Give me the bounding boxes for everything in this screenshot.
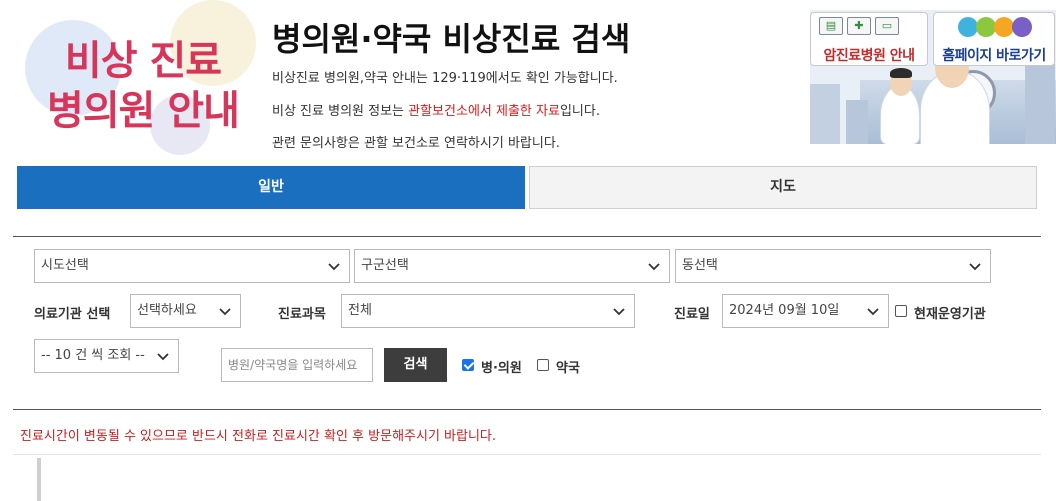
logo-line-2: 병의원 안내 bbox=[47, 88, 240, 134]
info-line-contact: 비상진료 병의원,약국 안내는 129·119에서도 확인 가능합니다. bbox=[272, 71, 618, 86]
chevron-down-icon bbox=[969, 263, 981, 271]
name-search-input[interactable]: 병원/약국명을 입력하세요 bbox=[221, 348, 373, 382]
department-value: 전체 bbox=[348, 303, 372, 318]
info-source-text: 비상 진료 병의원 정보는 bbox=[272, 104, 409, 119]
banner: ▤ ✚ ▭ 암진료병원 안내 홈페이지 바로가기 bbox=[810, 10, 1056, 144]
building-image bbox=[1025, 64, 1055, 144]
info-line-inquiry: 관련 문의사항은 관할 보건소로 연락하시기 바랍니다. bbox=[272, 136, 560, 151]
sido-select[interactable]: 시도선택 bbox=[34, 249, 350, 283]
logo: 비상 진료 병의원 안내 bbox=[0, 0, 262, 158]
dong-select[interactable]: 동선택 bbox=[675, 249, 991, 283]
cancer-hospital-label: 암진료병원 안내 bbox=[823, 48, 915, 64]
divider bbox=[13, 454, 1041, 455]
notice-text: 진료시간이 변동될 수 있으므로 반드시 전화로 진료시간 확인 후 방문해주시… bbox=[20, 429, 497, 444]
chevron-down-icon bbox=[867, 308, 879, 316]
ambulance-icon: ▭ bbox=[875, 17, 899, 35]
chevron-down-icon bbox=[328, 263, 340, 271]
date-value: 2024년 09월 10일 bbox=[729, 303, 840, 318]
institution-type-select[interactable]: 선택하세요 bbox=[130, 294, 241, 328]
hospital-checkbox[interactable] bbox=[462, 359, 474, 371]
pharmacy-checkbox[interactable] bbox=[537, 359, 549, 371]
currently-open-checkbox[interactable] bbox=[895, 305, 907, 317]
currently-open-label: 현재운영기관 bbox=[914, 307, 986, 322]
search-panel: 시도선택 구군선택 동선택 의료기관 선택 선택하세요 진료과목 전체 진료일 … bbox=[13, 236, 1041, 410]
department-label: 진료과목 bbox=[278, 307, 326, 322]
pharmacy-icon: ✚ bbox=[847, 17, 871, 35]
doctor-hair bbox=[890, 68, 912, 78]
homepage-button[interactable]: 홈페이지 바로가기 bbox=[933, 12, 1055, 66]
sido-select-value: 시도선택 bbox=[41, 258, 89, 273]
logo-text: 비상 진료 병의원 안내 bbox=[38, 36, 248, 136]
logo-line-1: 비상 진료 bbox=[64, 38, 222, 84]
cancer-hospital-button[interactable]: ▤ ✚ ▭ 암진료병원 안내 bbox=[810, 12, 928, 66]
pharmacy-check-label: 약국 bbox=[556, 361, 580, 376]
chevron-down-icon bbox=[613, 308, 625, 316]
dong-select-value: 동선택 bbox=[682, 258, 718, 273]
chevron-down-icon bbox=[648, 263, 660, 271]
gugun-select-value: 구군선택 bbox=[361, 258, 409, 273]
chevron-down-icon bbox=[219, 308, 231, 316]
result-list-border bbox=[37, 458, 41, 501]
header: 비상 진료 병의원 안내 병의원·약국 비상진료 검색 비상진료 병의원,약국 … bbox=[0, 0, 1056, 160]
egen-logo-icon bbox=[948, 17, 1040, 41]
search-button[interactable]: 검색 bbox=[384, 348, 447, 382]
gugun-select[interactable]: 구군선택 bbox=[354, 249, 670, 283]
hospital-icons: ▤ ✚ ▭ bbox=[819, 17, 899, 37]
page-size-value: -- 10 건 씩 조회 -- bbox=[41, 348, 145, 363]
tab-map[interactable]: 지도 bbox=[529, 166, 1037, 209]
institution-type-value: 선택하세요 bbox=[137, 303, 197, 318]
building-image bbox=[810, 84, 840, 144]
chevron-down-icon bbox=[157, 353, 169, 361]
date-label: 진료일 bbox=[674, 307, 710, 322]
department-select[interactable]: 전체 bbox=[341, 294, 635, 328]
institution-type-label: 의료기관 선택 bbox=[34, 307, 111, 322]
info-line-source: 비상 진료 병의원 정보는 관할보건소에서 제출한 자료입니다. bbox=[272, 100, 600, 119]
tab-general[interactable]: 일반 bbox=[17, 166, 525, 209]
page-title: 병의원·약국 비상진료 검색 bbox=[272, 20, 631, 58]
date-select[interactable]: 2024년 09월 10일 bbox=[722, 294, 889, 328]
homepage-label: 홈페이지 바로가기 bbox=[942, 48, 1046, 64]
info-source-suffix: 입니다. bbox=[559, 104, 600, 119]
hospital-icon: ▤ bbox=[819, 17, 843, 35]
page-size-select[interactable]: -- 10 건 씩 조회 -- bbox=[34, 339, 179, 373]
building-image bbox=[846, 100, 868, 144]
info-source-highlight: 관할보건소에서 제출한 자료 bbox=[408, 104, 560, 119]
hospital-check-label: 병·의원 bbox=[481, 361, 522, 376]
